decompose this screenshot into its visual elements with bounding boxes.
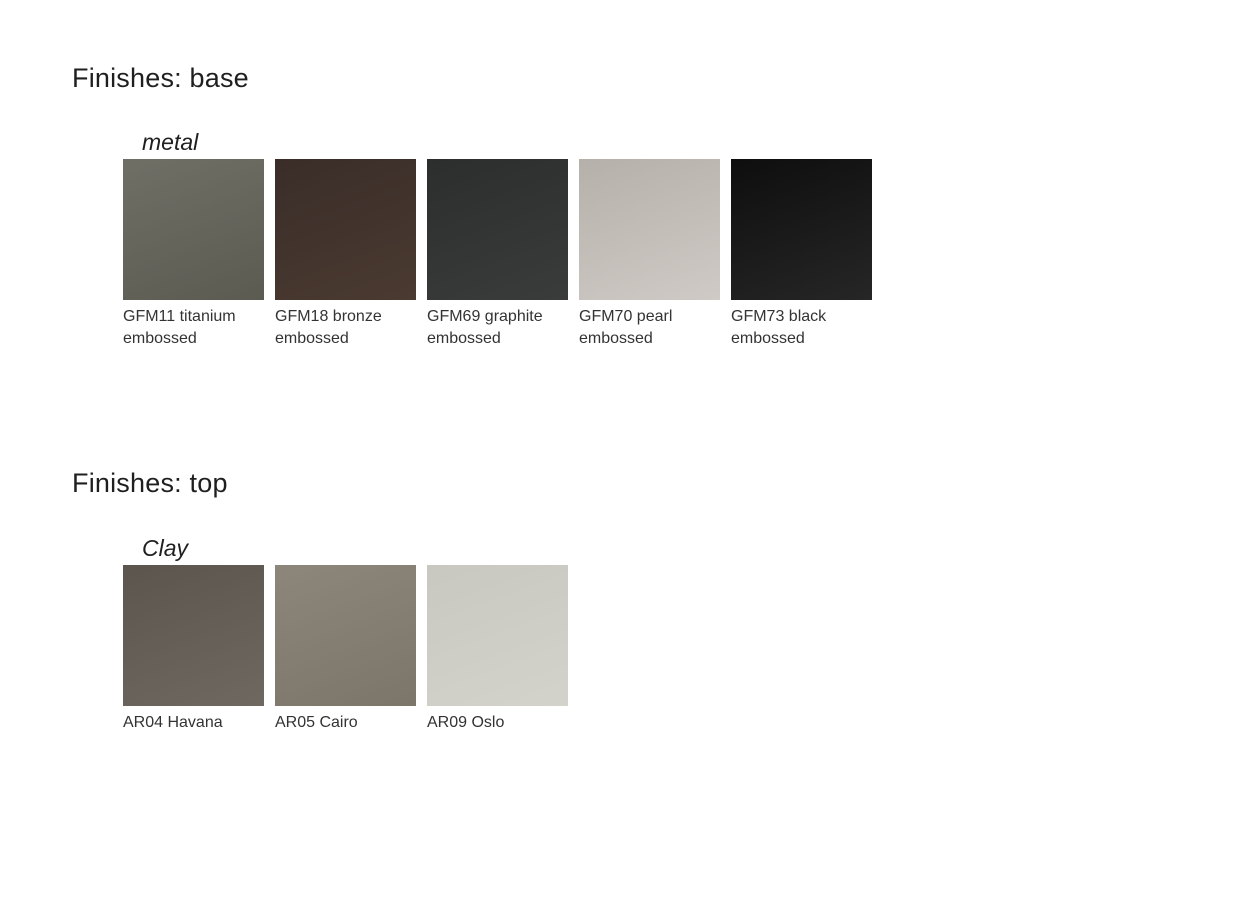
swatch-label: GFM69 graphite embossed [427,306,568,350]
swatch-image[interactable] [275,159,416,300]
swatch-image[interactable] [427,159,568,300]
swatch-image[interactable] [275,565,416,706]
section-title: Finishes: base [72,63,249,93]
swatch-label: AR05 Cairo [275,712,416,734]
swatch-label: GFM70 pearl embossed [579,306,720,350]
swatch-item[interactable]: AR04 Havana [123,565,264,734]
swatch-code: AR04 Havana [123,714,223,731]
swatch-code: GFM73 black [731,308,827,325]
swatch-finish: embossed [579,330,653,347]
section-title: Finishes: top [72,468,228,498]
swatch-image[interactable] [731,159,872,300]
swatch-code: GFM18 bronze [275,308,382,325]
swatch-item[interactable]: AR09 Oslo [427,565,568,734]
swatch-label: AR09 Oslo [427,712,568,734]
swatch-finish: embossed [731,330,805,347]
group-label: Clay [142,535,189,561]
swatch-image[interactable] [123,159,264,300]
swatch-code: AR09 Oslo [427,714,505,731]
swatch-code: GFM69 graphite [427,308,543,325]
swatch-list: AR04 Havana AR05 Cairo AR09 Oslo [123,565,568,734]
swatch-item[interactable]: GFM69 graphite embossed [427,159,568,350]
swatch-label: AR04 Havana [123,712,264,734]
swatch-label: GFM73 black embossed [731,306,872,350]
swatch-finish: embossed [123,330,197,347]
swatch-list: GFM11 titanium embossed GFM18 bronze emb… [123,159,872,350]
swatch-code: AR05 Cairo [275,714,358,731]
swatch-item[interactable]: GFM11 titanium embossed [123,159,264,350]
swatch-item[interactable]: AR05 Cairo [275,565,416,734]
section-base: Finishes: base [72,62,249,94]
swatch-image[interactable] [427,565,568,706]
swatch-label: GFM18 bronze embossed [275,306,416,350]
swatch-finish: embossed [427,330,501,347]
swatch-finish: embossed [275,330,349,347]
swatch-item[interactable]: GFM73 black embossed [731,159,872,350]
swatch-item[interactable]: GFM18 bronze embossed [275,159,416,350]
swatch-image[interactable] [579,159,720,300]
swatch-code: GFM70 pearl [579,308,673,325]
swatch-code: GFM11 titanium [123,308,236,325]
group-label: metal [142,129,199,155]
swatch-item[interactable]: GFM70 pearl embossed [579,159,720,350]
swatch-label: GFM11 titanium embossed [123,306,264,350]
section-top: Finishes: top [72,467,228,499]
swatch-image[interactable] [123,565,264,706]
